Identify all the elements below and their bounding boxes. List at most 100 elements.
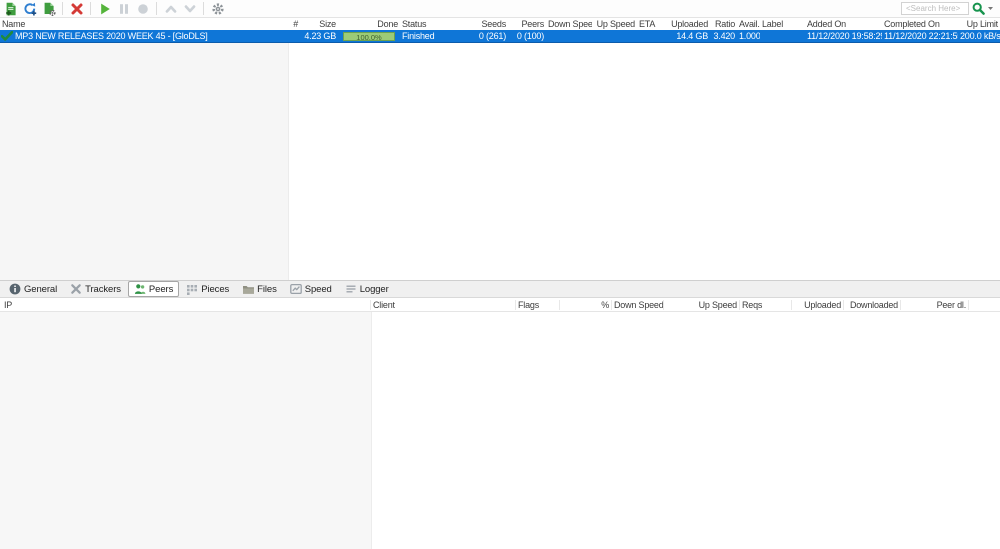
move-up-button[interactable]: [162, 1, 179, 16]
column-header-status[interactable]: Status: [400, 19, 474, 29]
column-header-down-speed[interactable]: Down Speed: [546, 19, 592, 29]
column-header-added-on[interactable]: Added On: [805, 19, 882, 29]
tab-label: Trackers: [85, 284, 121, 295]
progress-label: 100.0%: [344, 33, 394, 40]
tab-pieces[interactable]: Pieces: [180, 281, 235, 297]
toolbar-separator: [156, 2, 157, 15]
tab-files[interactable]: Files: [236, 281, 283, 297]
peers-column-header-col[interactable]: %: [560, 300, 612, 310]
add-url-icon: [23, 2, 37, 16]
column-header-peers[interactable]: Peers: [508, 19, 546, 29]
ip-column-background: [0, 312, 372, 549]
add-url-button[interactable]: [21, 1, 38, 16]
tab-peers[interactable]: Peers: [128, 281, 179, 297]
column-header-up-speed[interactable]: Up Speed: [592, 19, 637, 29]
peers-icon: [134, 283, 146, 295]
speed-icon: [290, 283, 302, 295]
start-icon: [98, 2, 112, 16]
column-header-avail[interactable]: Avail.: [737, 19, 760, 29]
pieces-icon: [186, 283, 198, 295]
peers-panel-body: [0, 312, 1000, 549]
torrent-cell-status: Finished: [400, 31, 474, 41]
pause-torrent-button[interactable]: [115, 1, 132, 16]
torrent-list-header: Name#SizeDoneStatusSeedsPeersDown SpeedU…: [0, 18, 1000, 30]
torrent-cell-size: 4.23 GB: [300, 31, 338, 41]
detail-tab-bar: General Trackers Peers Pieces Files Speed Logg…: [0, 280, 1000, 298]
preferences-button[interactable]: [209, 1, 226, 16]
column-header-eta[interactable]: ETA: [637, 19, 660, 29]
torrent-cell-uploaded: 14.4 GB: [660, 31, 710, 41]
column-header-completed-on[interactable]: Completed On: [882, 19, 958, 29]
remove-torrent-button[interactable]: [68, 1, 85, 16]
start-torrent-button[interactable]: [96, 1, 113, 16]
stop-icon: [136, 2, 150, 16]
add-torrent-button[interactable]: [2, 1, 19, 16]
torrent-cell-seeds: 0 (261): [474, 31, 508, 41]
tab-label: Pieces: [201, 284, 229, 295]
torrent-row[interactable]: MP3 NEW RELEASES 2020 WEEK 45 - [GloDLS]…: [0, 30, 1000, 43]
column-header-col[interactable]: #: [288, 19, 300, 29]
move-up-icon: [164, 2, 178, 16]
tab-label: Logger: [360, 284, 389, 295]
peers-column-header-down-speed[interactable]: Down Speed: [612, 300, 664, 310]
torrent-name-cell: MP3 NEW RELEASES 2020 WEEK 45 - [GloDLS]: [0, 31, 288, 41]
progress-bar: 100.0%: [343, 32, 395, 41]
torrent-cell-added-on: 11/12/2020 19:58:29: [805, 31, 882, 41]
info-icon: [9, 283, 21, 295]
peers-column-header-client[interactable]: Client: [371, 300, 516, 310]
tab-label: Files: [257, 284, 277, 295]
trackers-icon: [70, 283, 82, 295]
torrent-cell-completed-on: 11/12/2020 22:21:55: [882, 31, 958, 41]
search-input[interactable]: [901, 2, 969, 15]
toolbar-separator: [203, 2, 204, 15]
files-icon: [242, 283, 254, 295]
toolbar: [0, 0, 1000, 18]
settings-icon: [211, 2, 225, 16]
toolbar-separator: [90, 2, 91, 15]
column-header-up-limit[interactable]: Up Limit: [958, 19, 1000, 29]
column-header-seeds[interactable]: Seeds: [474, 19, 508, 29]
column-header-name[interactable]: Name: [0, 19, 288, 29]
pause-icon: [117, 2, 131, 16]
progress-cell: 100.0%: [338, 32, 400, 41]
peers-column-header-uploaded[interactable]: Uploaded: [792, 300, 844, 310]
torrent-list-empty-area: [0, 43, 1000, 280]
search-area: [901, 2, 1000, 15]
create-torrent-icon: [42, 2, 56, 16]
logger-icon: [345, 283, 357, 295]
torrent-name: MP3 NEW RELEASES 2020 WEEK 45 - [GloDLS]: [15, 31, 208, 41]
peers-column-header-ip[interactable]: IP: [0, 300, 371, 310]
column-header-uploaded[interactable]: Uploaded: [660, 19, 710, 29]
column-header-label[interactable]: Label: [760, 19, 805, 29]
column-header-done[interactable]: Done: [338, 19, 400, 29]
create-torrent-button[interactable]: [40, 1, 57, 16]
tab-speed[interactable]: Speed: [284, 281, 338, 297]
stop-torrent-button[interactable]: [134, 1, 151, 16]
tab-label: Speed: [305, 284, 332, 295]
peers-panel-header: IPClientFlags%Down SpeedUp SpeedReqsUplo…: [0, 298, 1000, 312]
peers-column-header-up-speed[interactable]: Up Speed: [664, 300, 740, 310]
search-icon: [972, 2, 985, 15]
column-header-size[interactable]: Size: [300, 19, 338, 29]
torrent-cell-peers: 0 (100): [508, 31, 546, 41]
remove-icon: [70, 2, 84, 16]
torrent-cell-avail: 1.000: [737, 31, 760, 41]
torrent-cell-ratio: 3.420: [710, 31, 737, 41]
toolbar-buttons: [2, 1, 226, 16]
tab-logger[interactable]: Logger: [339, 281, 395, 297]
column-header-ratio[interactable]: Ratio: [710, 19, 737, 29]
add-torrent-icon: [4, 2, 18, 16]
peers-header-filler: [969, 300, 1000, 310]
tab-general[interactable]: General: [3, 281, 63, 297]
move-down-button[interactable]: [181, 1, 198, 16]
peers-column-header-flags[interactable]: Flags: [516, 300, 560, 310]
torrent-client-window: Name#SizeDoneStatusSeedsPeersDown SpeedU…: [0, 0, 1000, 549]
search-button[interactable]: [972, 2, 994, 15]
move-down-icon: [183, 2, 197, 16]
peers-column-header-downloaded[interactable]: Downloaded: [844, 300, 901, 310]
peers-column-header-reqs[interactable]: Reqs: [740, 300, 792, 310]
toolbar-separator: [62, 2, 63, 15]
tab-label: Peers: [149, 284, 173, 295]
peers-column-header-peer-dl[interactable]: Peer dl.: [901, 300, 969, 310]
tab-trackers[interactable]: Trackers: [64, 281, 127, 297]
